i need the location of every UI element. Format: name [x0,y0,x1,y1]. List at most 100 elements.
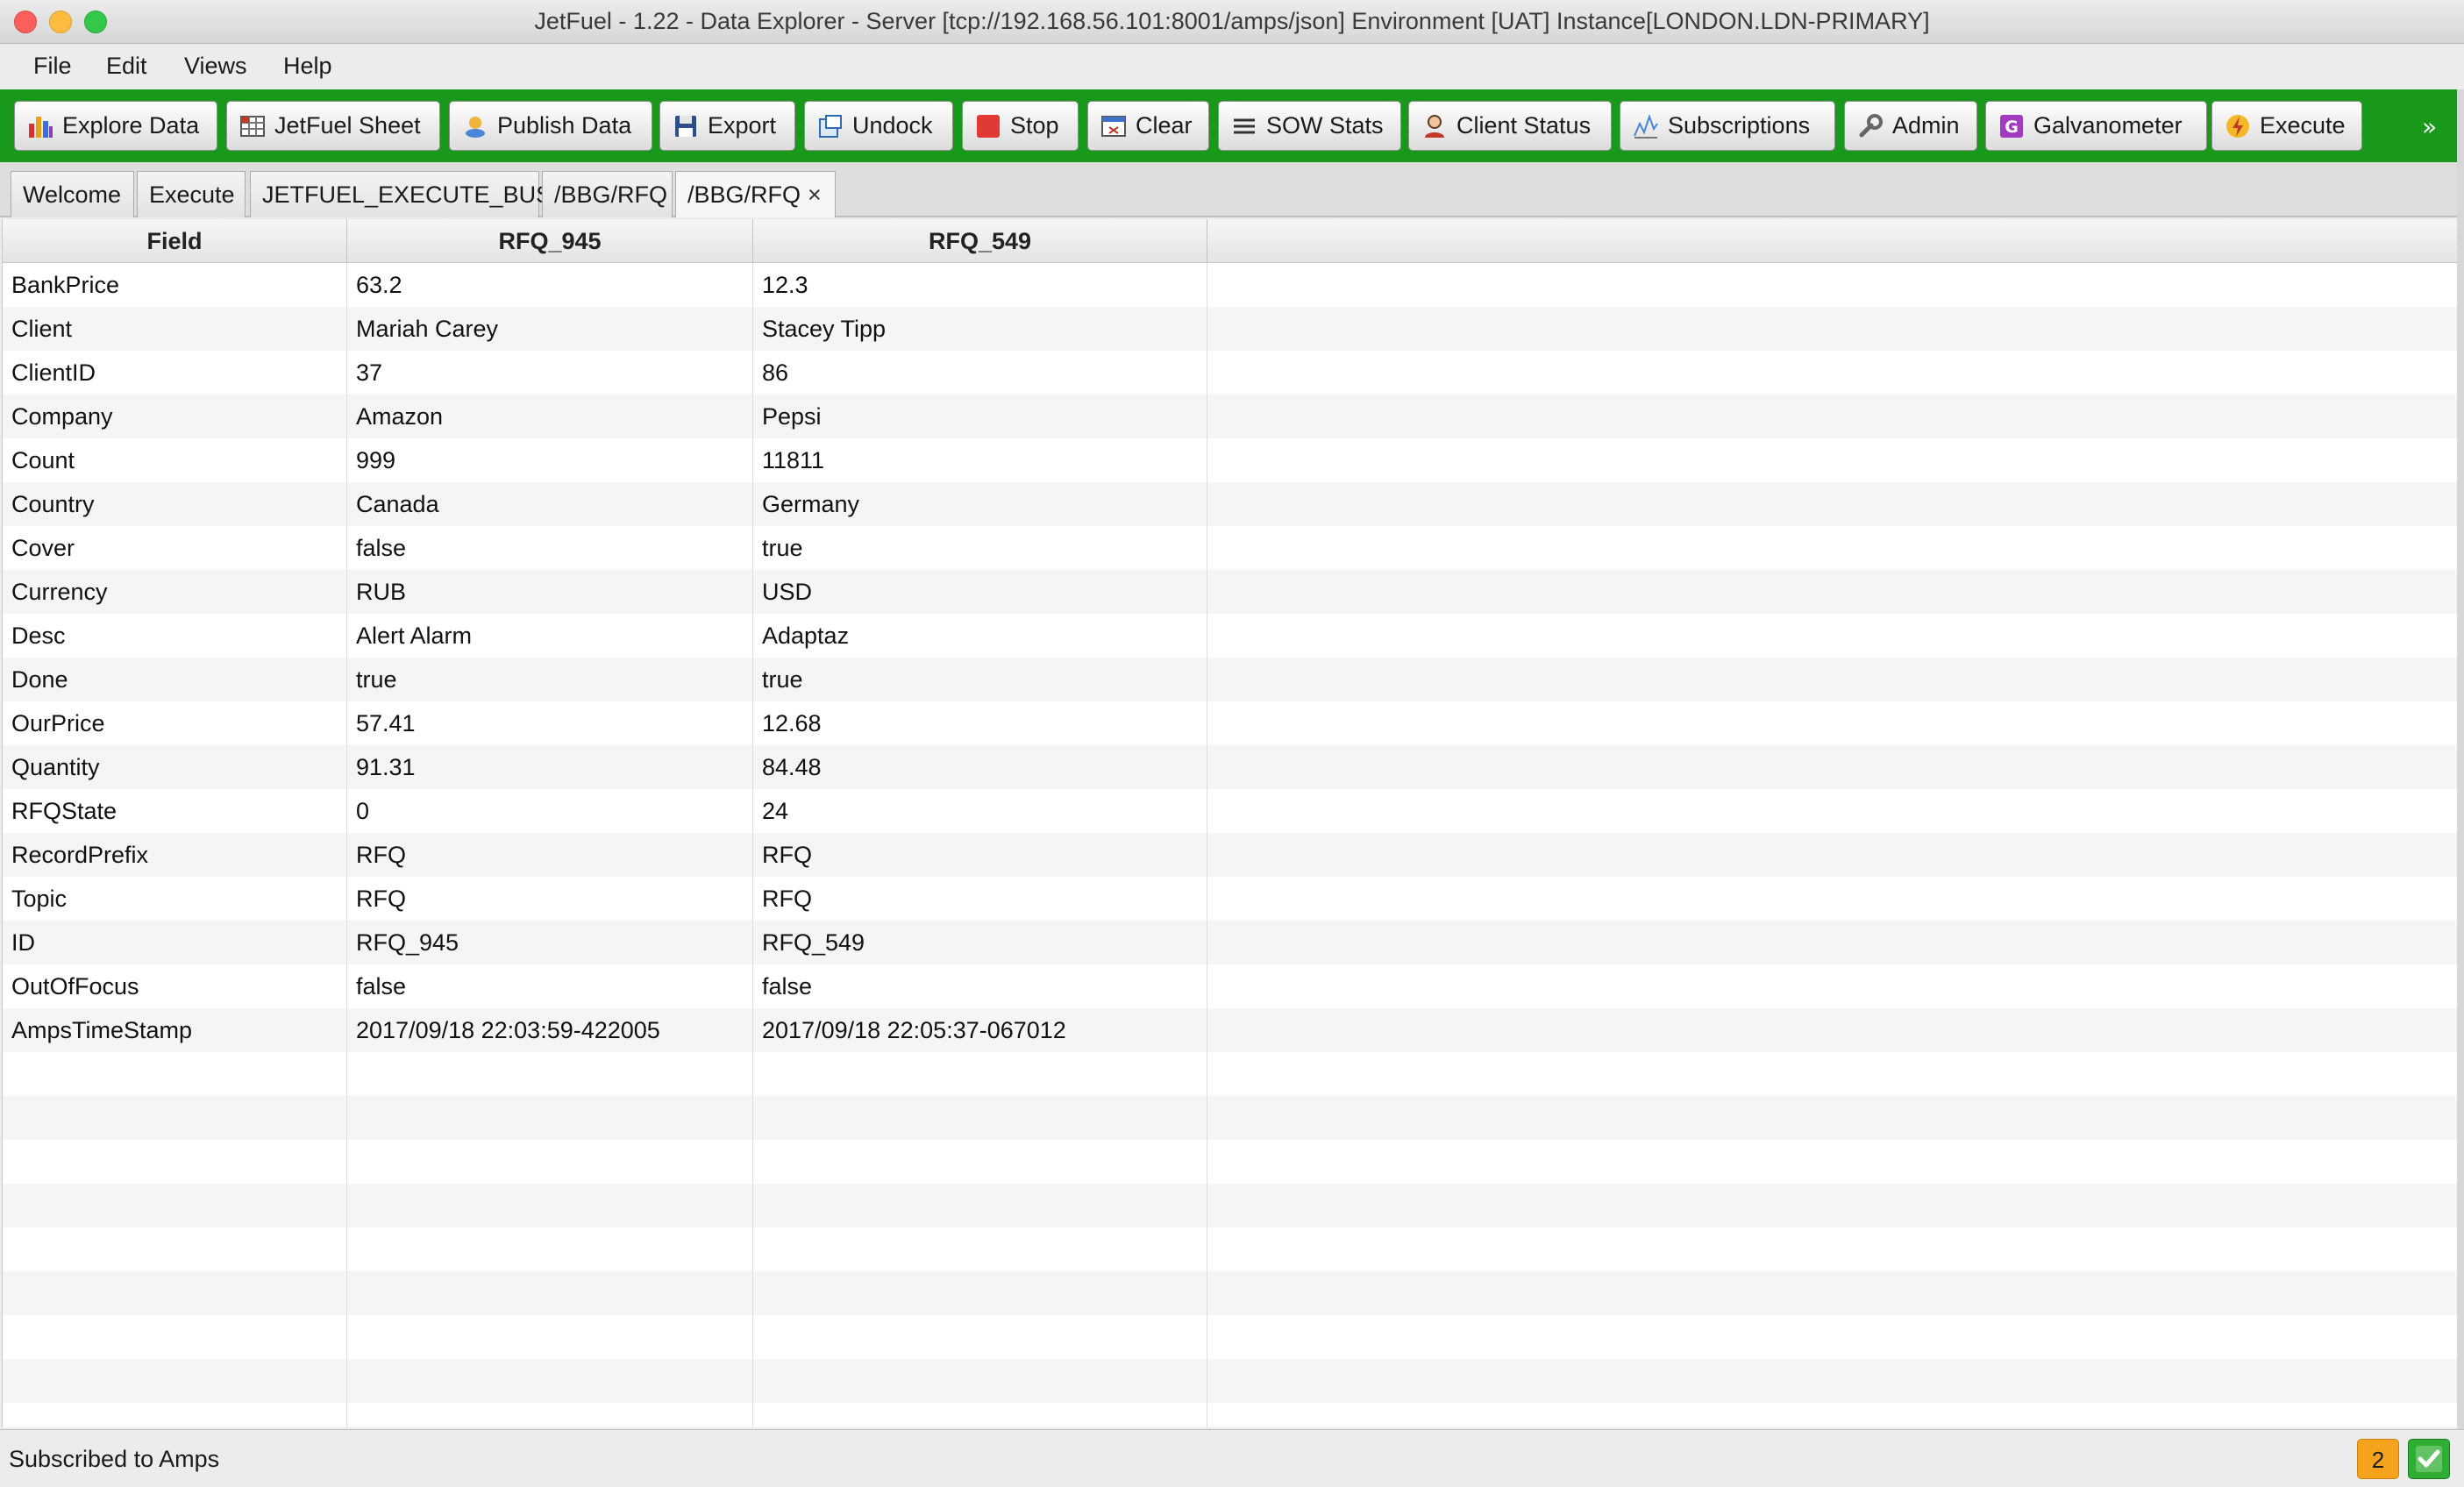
value-cell[interactable] [347,1271,753,1315]
admin-button[interactable]: Admin [1844,101,1977,151]
field-name-cell[interactable] [3,1359,347,1403]
field-name-cell[interactable]: Count [3,438,347,482]
value-cell[interactable]: RFQ [347,877,753,921]
field-name-cell[interactable]: OurPrice [3,701,347,745]
value-cell[interactable]: 2017/09/18 22:05:37-067012 [753,1008,1207,1052]
toolbar-overflow-icon[interactable]: » [2422,112,2437,141]
value-cell[interactable]: false [347,526,753,570]
value-cell[interactable] [347,1359,753,1403]
table-row[interactable]: ClientID 37 86 [3,351,2457,395]
field-name-cell[interactable] [3,1096,347,1140]
stop-button[interactable]: Stop [962,101,1079,151]
value-cell[interactable]: RUB [347,570,753,614]
value-cell[interactable] [753,1096,1207,1140]
field-name-cell[interactable]: ID [3,921,347,964]
empty-row[interactable] [3,1315,2457,1359]
empty-row[interactable] [3,1359,2457,1403]
value-cell[interactable]: false [753,964,1207,1008]
table-row[interactable]: OutOfFocus false false [3,964,2457,1008]
field-name-cell[interactable] [3,1140,347,1184]
value-cell[interactable] [753,1140,1207,1184]
value-cell[interactable] [347,1052,753,1096]
table-row[interactable]: Company Amazon Pepsi [3,395,2457,438]
empty-row[interactable] [3,1184,2457,1227]
tab-execute[interactable]: Execute [137,171,246,217]
value-cell[interactable]: 2017/09/18 22:03:59-422005 [347,1008,753,1052]
value-cell[interactable]: Germany [753,482,1207,526]
tab-welcome[interactable]: Welcome [11,171,134,217]
field-name-cell[interactable]: BankPrice [3,263,347,307]
tab-bbg-rfq-1[interactable]: /BBG/RFQ [542,171,673,217]
explore-data-button[interactable]: Explore Data [14,101,217,151]
value-cell[interactable]: 12.68 [753,701,1207,745]
table-row[interactable]: Done true true [3,658,2457,701]
menu-file[interactable]: File [33,53,72,80]
value-cell[interactable]: RFQ [347,833,753,877]
export-button[interactable]: Export [659,101,795,151]
value-cell[interactable]: 63.2 [347,263,753,307]
value-cell[interactable]: 37 [347,351,753,395]
menu-help[interactable]: Help [283,53,332,80]
undock-button[interactable]: Undock [804,101,953,151]
field-name-cell[interactable]: Country [3,482,347,526]
value-cell[interactable]: 91.31 [347,745,753,789]
value-cell[interactable]: Pepsi [753,395,1207,438]
field-name-cell[interactable]: OutOfFocus [3,964,347,1008]
value-cell[interactable]: true [753,526,1207,570]
column-header-rfq-945[interactable]: RFQ_945 [347,219,753,263]
value-cell[interactable]: RFQ_945 [347,921,753,964]
value-cell[interactable] [753,1184,1207,1227]
menu-edit[interactable]: Edit [106,53,147,80]
empty-row[interactable] [3,1271,2457,1315]
empty-row[interactable] [3,1227,2457,1271]
value-cell[interactable] [753,1315,1207,1359]
field-name-cell[interactable]: RFQState [3,789,347,833]
empty-row[interactable] [3,1052,2457,1096]
column-header-field[interactable]: Field [3,219,347,263]
data-grid[interactable]: Field RFQ_945 RFQ_549 BankPrice 63.2 12.3 C… [2,219,2457,1427]
value-cell[interactable] [753,1227,1207,1271]
green-check-icon[interactable] [2408,1439,2450,1479]
sow-stats-button[interactable]: SOW Stats [1218,101,1401,151]
value-cell[interactable]: Amazon [347,395,753,438]
value-cell[interactable] [753,1052,1207,1096]
field-name-cell[interactable] [3,1184,347,1227]
value-cell[interactable]: 999 [347,438,753,482]
table-row[interactable]: BankPrice 63.2 12.3 [3,263,2457,307]
table-row[interactable]: OurPrice 57.41 12.68 [3,701,2457,745]
field-name-cell[interactable]: Topic [3,877,347,921]
value-cell[interactable]: RFQ_549 [753,921,1207,964]
value-cell[interactable]: true [347,658,753,701]
field-name-cell[interactable]: RecordPrefix [3,833,347,877]
tab-jetfuel-execute-bus[interactable]: JETFUEL_EXECUTE_BUS [250,171,552,217]
empty-row[interactable] [3,1140,2457,1184]
field-name-cell[interactable]: ClientID [3,351,347,395]
field-name-cell[interactable] [3,1403,347,1427]
empty-row[interactable] [3,1096,2457,1140]
table-row[interactable]: Country Canada Germany [3,482,2457,526]
field-name-cell[interactable]: Client [3,307,347,351]
column-header-rfq-549[interactable]: RFQ_549 [753,219,1207,263]
clear-button[interactable]: Clear [1087,101,1209,151]
value-cell[interactable] [347,1140,753,1184]
table-row[interactable]: Desc Alert Alarm Adaptaz [3,614,2457,658]
value-cell[interactable] [347,1315,753,1359]
value-cell[interactable] [347,1227,753,1271]
field-name-cell[interactable] [3,1315,347,1359]
value-cell[interactable]: USD [753,570,1207,614]
field-name-cell[interactable]: Desc [3,614,347,658]
tab-close-icon[interactable]: × [808,181,822,209]
field-name-cell[interactable]: Cover [3,526,347,570]
field-name-cell[interactable]: Company [3,395,347,438]
value-cell[interactable] [753,1359,1207,1403]
jetfuel-sheet-button[interactable]: JetFuel Sheet [226,101,440,151]
value-cell[interactable] [753,1403,1207,1427]
field-name-cell[interactable] [3,1052,347,1096]
value-cell[interactable]: RFQ [753,833,1207,877]
value-cell[interactable]: Adaptaz [753,614,1207,658]
subscriptions-button[interactable]: Subscriptions [1620,101,1835,151]
value-cell[interactable]: Alert Alarm [347,614,753,658]
value-cell[interactable]: 86 [753,351,1207,395]
table-row[interactable]: RecordPrefix RFQ RFQ [3,833,2457,877]
value-cell[interactable] [347,1096,753,1140]
